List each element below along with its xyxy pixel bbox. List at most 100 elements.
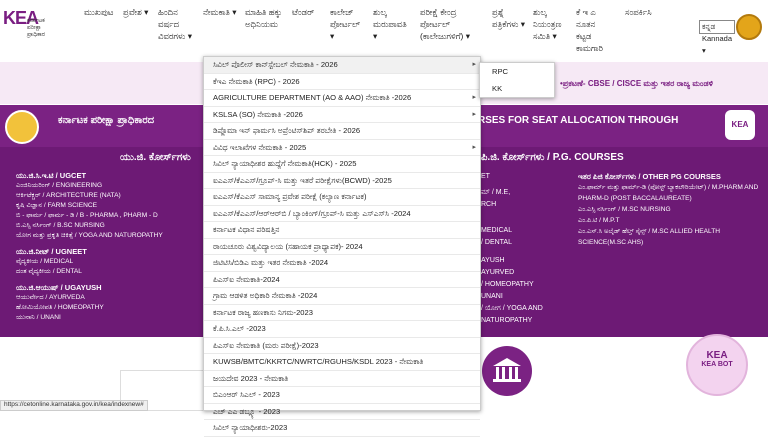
course-link[interactable]: ಆರ್ಕಿಟೆಕ್ಚರ್ / ARCHITECTURE (NATA): [16, 191, 202, 201]
recruitment-submenu: RPC KK: [479, 62, 555, 98]
course-link[interactable]: ಆಯುರ್ವೇದ / AYURVEDA: [16, 293, 202, 303]
course-link[interactable]: ಹೋಮಿಯೋಪತಿ / HOMEOPATHY: [16, 303, 202, 313]
course-link[interactable]: UNANI: [481, 291, 571, 303]
banner-title-right: RSES FOR SEAT ALLOCATION THROUGH: [478, 115, 679, 126]
nav-tender[interactable]: ಟೆಂಡರ್: [292, 6, 328, 18]
nav-fee-committee[interactable]: ಶುಲ್ಕ ನಿಯಂತ್ರಣ ಸಮಿತಿ ▾: [533, 6, 569, 42]
dropdown-item[interactable]: ಜಯದೇವ 2023 - ನೇಮಕಾತಿ: [204, 371, 480, 387]
dropdown-item-label: ಪಿಎಸ್‌ಐ ನೇಮಕಾತಿ (ಮರು ಪರೀಕ್ಷೆ)-2023: [213, 340, 319, 350]
submenu-item-rpc[interactable]: RPC: [480, 63, 554, 80]
dropdown-item[interactable]: AGRICULTURE DEPARTMENT (AO & AAO) ನೇಮಕಾತ…: [204, 90, 480, 107]
dropdown-item[interactable]: ಐಎಎಸ್/ಕೆಎಎಸ್/ಗ್ರೂಪ್-ಸಿ ಮತ್ತು ಇತರೆ ಪರೀಕ್ಷ…: [204, 173, 480, 189]
dropdown-item[interactable]: ಪಿಎಸ್‌ಐ ನೇಮಕಾತಿ-2024: [204, 272, 480, 288]
dropdown-item[interactable]: ಕೆಇಎ ನೇಮಕಾತಿ (RPC) - 2026: [204, 74, 480, 90]
ugneet-heading[interactable]: ಯು.ಜಿ.ನೀಟ್ / UGNEET: [16, 247, 202, 257]
course-link[interactable]: ಬಿ - ಫಾರ್ಮ / ಫಾರ್ಮ - ಡಿ / B - PHARMA , P…: [16, 211, 202, 221]
chevron-right-icon: ▸: [472, 94, 476, 101]
dropdown-item[interactable]: ಡಿಪ್ಲೊಮಾ ಇನ್ ಫಾರ್ಮಸಿ ಅಪ್ರೆಂಟಿಸ್‌ಶಿಪ್ ತರಬ…: [204, 123, 480, 140]
course-link[interactable]: ಯುನಾನಿ / UNANI: [16, 313, 202, 323]
course-link[interactable]: ಯೋಗ ಮತ್ತು ಪ್ರಕೃತಿ ಚಿಕಿತ್ಸೆ / YOGA AND NA…: [16, 231, 202, 241]
submenu-item-kk[interactable]: KK: [480, 80, 554, 97]
dropdown-item-label: ಗ್ರಾಮ ಆಡಳಿತ ಅಧಿಕಾರಿ ನೇಮಕಾತಿ -2024: [213, 291, 318, 300]
course-link[interactable]: / DENTAL: [481, 237, 571, 249]
course-link[interactable]: AYURVED: [481, 267, 571, 279]
dropdown-item-label: ಜಿಟಿಟಿಸಿ/ಬಿಡಿಎ ಮತ್ತು ಇತರ ನೇಮಕಾತಿ -2024: [213, 258, 329, 267]
dropdown-item-label: ಕರ್ನಾಟಕ ರಾಜ್ಯ ಹಣಕಾಸು ನಿಗಮ-2023: [213, 307, 313, 317]
course-link[interactable]: ಎಂ.ಎಸ್.ಸಿ ಅಲೈಡ್ ಹೆಲ್ತ್ ಸೈನ್ಸ್ / M.SC ALL…: [578, 226, 764, 248]
dropdown-item-label: ರಾಯಚೂರು ವಿಶ್ವವಿದ್ಯಾಲಯ (ಸಹಾಯಕ ಪ್ರಾಧ್ಯಾಪಕ)…: [213, 241, 363, 251]
kea-banner-logo: KEA: [725, 110, 755, 140]
dropdown-item[interactable]: ಕರ್ನಾಟಕ ವಿಧಾನ ಪರಿಷತ್ತಿನ: [204, 222, 480, 239]
nav-new-building[interactable]: ಕೆ ಇ ಎ ನೂತನ ಕಟ್ಟಡ ಕಾಮಗಾರಿ: [576, 6, 610, 54]
dropdown-item[interactable]: ಐಎಎಸ್/ಕೆಎಎಸ್/ಆರ್‌ಆರ್‌ಬಿ / ಬ್ಯಾಂಕಿಂಗ್/ಗ್ರ…: [204, 206, 480, 222]
dropdown-item-label: ಕೆ.ಪಿ.ಸಿ.ಎಲ್ -2023: [213, 324, 266, 333]
karnataka-emblem-icon: [736, 14, 762, 40]
dropdown-item[interactable]: ವಿವಿಧ ಇಲಾಖೆಗಳ ನೇಮಕಾತಿ - 2025 ▸: [204, 140, 480, 156]
dropdown-item[interactable]: ಕೆ.ಪಿ.ಸಿ.ಎಲ್ -2023: [204, 321, 480, 338]
government-seal-icon: [5, 110, 39, 144]
course-link[interactable]: ಮ್ / M.E,: [481, 187, 571, 199]
announcement-ticker[interactable]: •ಪ್ರಕಟಣೆ- CBSE / CISCE ಮತ್ತು ಇತರ ರಾಜ್ಯ ಮ…: [560, 79, 713, 89]
dropdown-item-label: ಸಿವಿಲ್ ನ್ಯಾಯಾಧೀಶರ ಹುದ್ದೆಗೆ ನೇಮಕಾತಿ(HCK) …: [213, 159, 357, 168]
course-link[interactable]: ET: [481, 171, 571, 183]
kea-bot-label: KEA BOT: [701, 361, 733, 368]
dropdown-item[interactable]: ಬಿಎಂಆರ್ ಸಿಎಲ್ - 2023: [204, 387, 480, 404]
dropdown-item-label: KSLSA (SO) ನೇಮಕಾತಿ -2026: [213, 109, 303, 119]
dropdown-item[interactable]: KUWSB/BMTC/KKRTC/NWRTC/RGUHS/KSDL 2023 -…: [204, 354, 480, 371]
other-pg-heading[interactable]: ಇತರ ಪಿಜಿ ಕೋರ್ಸ್‌ಗಳು / OTHER PG COURSES: [578, 171, 764, 182]
dropdown-item-label: ಕರ್ನಾಟಕ ವಿಧಾನ ಪರಿಷತ್ತಿನ: [213, 225, 280, 234]
kea-logo[interactable]: KEA ಕರ್ನಾಟಕ ಪರೀಕ್ಷಾ ಪ್ರಾಧಿಕಾರ: [3, 8, 57, 44]
course-link[interactable]: / HOMEOPATHY: [481, 279, 571, 291]
course-link[interactable]: RCH: [481, 199, 571, 211]
course-link[interactable]: ವೈದ್ಯಕೀಯ / MEDICAL: [16, 257, 202, 267]
chevron-right-icon: ▸: [472, 61, 476, 68]
language-select[interactable]: ಕನ್ನಡ Kannada ▾: [699, 20, 735, 55]
chevron-right-icon: ▸: [472, 110, 476, 118]
dropdown-item[interactable]: ರಾಯಚೂರು ವಿಶ್ವವಿದ್ಯಾಲಯ (ಸಹಾಯಕ ಪ್ರಾಧ್ಯಾಪಕ)…: [204, 239, 480, 255]
nav-recruitment[interactable]: ನೇಮಕಾತಿ ▾: [203, 6, 243, 18]
course-link[interactable]: ಎಂ.ಎಸ್ಸಿ ನರ್ಸಿಂಗ್ / M.SC NURSING: [578, 204, 764, 215]
nav-rti[interactable]: ಮಾಹಿತಿ ಹಕ್ಕು ಅಧಿನಿಯಮ: [245, 6, 285, 30]
dropdown-item[interactable]: ಕರ್ನಾಟಕ ರಾಜ್ಯ ಹಣಕಾಸು ನಿಗಮ-2023: [204, 305, 480, 321]
course-link[interactable]: ಎಂ.ಪಿ.ಟಿ / M.P.T: [578, 215, 764, 226]
dropdown-item[interactable]: ಸಿವಿಲ್ ನ್ಯಾಯಾಧೀಶರ ಹುದ್ದೆಗೆ ನೇಮಕಾತಿ(HCK) …: [204, 156, 480, 173]
dropdown-item[interactable]: ಸಿವಿಲ್ ಪೊಲೀಸ್ ಕಾನ್‌ಸ್ಟೇಬಲ್ ನೇಮಕಾತಿ - 202…: [204, 57, 480, 74]
kea-bot-button[interactable]: KEA KEA BOT: [686, 334, 748, 396]
course-link[interactable]: ಎಂಜಿನಿಯರಿಂಗ್ / ENGINEERING: [16, 181, 202, 191]
dropdown-item[interactable]: ಪಿಎಸ್‌ಐ ನೇಮಕಾತಿ (ಮರು ಪರೀಕ್ಷೆ)-2023: [204, 338, 480, 354]
dropdown-item-label: ಡಿಪ್ಲೊಮಾ ಇನ್ ಫಾರ್ಮಸಿ ಅಪ್ರೆಂಟಿಸ್‌ಶಿಪ್ ತರಬ…: [213, 126, 361, 135]
dropdown-item-label: ಸಿವಿಲ್ ನ್ಯಾಯಾಧೀಶರು-2023: [213, 423, 288, 432]
chevron-right-icon: ▸: [472, 143, 476, 151]
course-link[interactable]: / ಯೋಗ / YOGA AND: [481, 303, 571, 315]
nav-college-portal[interactable]: ಕಾಲೇಜ್ ಪೋರ್ಟಲ್ ▾: [330, 6, 364, 42]
nav-question-papers[interactable]: ಪ್ರಶ್ನೆ ಪತ್ರಿಕೆಗಳು ▾: [492, 6, 528, 30]
recruitment-dropdown-menu: ಸಿವಿಲ್ ಪೊಲೀಸ್ ಕಾನ್‌ಸ್ಟೇಬಲ್ ನೇಮಕಾತಿ - 202…: [203, 56, 481, 437]
course-link[interactable]: ಬಿ.ಎಸ್ಸಿ ನರ್ಸಿಂಗ್ / B.SC NURSING: [16, 221, 202, 231]
nav-admission[interactable]: ಪ್ರವೇಶ ▾: [123, 6, 151, 18]
dropdown-item-label: ಕೆಇಎ ನೇಮಕಾತಿ (RPC) - 2026: [213, 76, 300, 86]
ugayush-heading[interactable]: ಯು.ಜಿ.ಆಯುಷ್ / UGAYUSH: [16, 283, 202, 293]
other-pg-course-list: ಇತರ ಪಿಜಿ ಕೋರ್ಸ್‌ಗಳು / OTHER PG COURSES ಎ…: [578, 171, 764, 248]
course-link[interactable]: NATUROPATHY: [481, 315, 571, 327]
nav-contact[interactable]: ಸಂಪರ್ಕಿಸಿ: [625, 6, 667, 18]
nav-previous-years[interactable]: ಹಿಂದಿನ ವರ್ಷದ ವಿವರಗಳು ▾: [158, 6, 198, 42]
course-link[interactable]: ಕೃಷಿ ವಿಜ್ಞಾನ / FARM SCIENCE: [16, 201, 202, 211]
dropdown-item[interactable]: ಎಚ್ ಎಎ ಡಬ್ಲ್ಯೂ - 2023: [204, 404, 480, 420]
nav-fee-refund[interactable]: ಶುಲ್ಕ ಮರುಪಾವತಿ ▾: [373, 6, 411, 42]
ugcet-heading[interactable]: ಯು.ಜಿ.ಸಿ.ಇ.ಟಿ / UGCET: [16, 171, 202, 181]
course-link[interactable]: ದಂತ ವೈದ್ಯಕೀಯ / DENTAL: [16, 267, 202, 277]
dropdown-item-label: ಐಎಎಸ್/ಕೆಎಎಸ್/ಗ್ರೂಪ್-ಸಿ ಮತ್ತು ಇತರೆ ಪರೀಕ್ಷ…: [213, 175, 392, 185]
dropdown-item[interactable]: ಸಿವಿಲ್ ನ್ಯಾಯಾಧೀಶರು-2023: [204, 420, 480, 437]
institution-icon[interactable]: [482, 346, 532, 396]
course-link[interactable]: ಎಂ.ಫಾರ್ಮ್ ಮತ್ತು ಫಾರ್ಮ್-ಡಿ (ಪೋಸ್ಟ್ ಬ್ಯಾಕಲ…: [578, 182, 764, 204]
dropdown-item[interactable]: KSLSA (SO) ನೇಮಕಾತಿ -2026 ▸: [204, 107, 480, 123]
nav-exam-centre-portal[interactable]: ಪರೀಕ್ಷೆ ಕೇಂದ್ರ ಪೋರ್ಟಲ್ (ಕಾಲೇಜುಗಳಿಗೆ) ▾: [420, 6, 478, 42]
pg-courses-heading: ಪಿ.ಜಿ. ಕೋರ್ಸ್‌ಗಳು / P.G. COURSES: [481, 152, 624, 163]
nav-home[interactable]: ಮುಖಪುಟ: [84, 6, 118, 18]
course-link[interactable]: MEDICAL: [481, 225, 571, 237]
dropdown-item[interactable]: ಐಎಎಸ್/ಕೆಎಎಸ್ ಸಾಮಾನ್ಯ ಪ್ರವೇಶ ಪರೀಕ್ಷೆ (ಕಲ್…: [204, 189, 480, 206]
dropdown-item-label: ಬಿಎಂಆರ್ ಸಿಎಲ್ - 2023: [213, 390, 280, 399]
dropdown-item[interactable]: ಗ್ರಾಮ ಆಡಳಿತ ಅಧಿಕಾರಿ ನೇಮಕಾತಿ -2024: [204, 288, 480, 305]
course-link[interactable]: AYUSH: [481, 255, 571, 267]
dropdown-item[interactable]: ಜಿಟಿಟಿಸಿ/ಬಿಡಿಎ ಮತ್ತು ಇತರ ನೇಮಕಾತಿ -2024: [204, 255, 480, 272]
